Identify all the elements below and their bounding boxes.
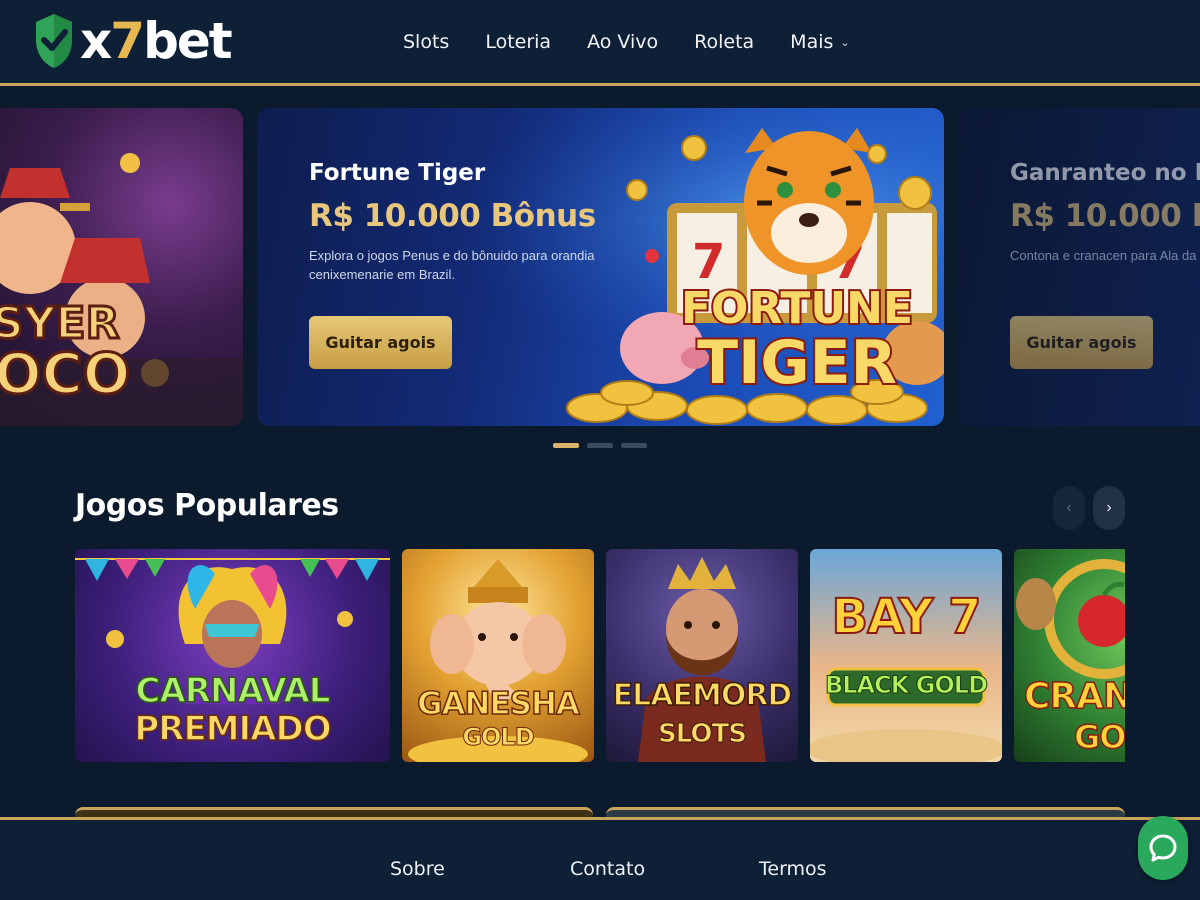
site-footer: Sobre Contato Termos (0, 817, 1200, 900)
carousel-dot[interactable] (553, 443, 579, 448)
hero-left-art-line2: OCO (0, 342, 130, 407)
carousel-dot[interactable] (621, 443, 647, 448)
hero-next-title: Ganranteo no Loteria (1010, 160, 1200, 186)
footer-link-termos[interactable]: Termos (759, 858, 827, 880)
game-card-carnaval-premiado[interactable]: CARNAVAL PREMIADO (75, 549, 390, 762)
game-title-line2: PREMIADO (134, 709, 333, 749)
nav-more-label: Mais (790, 31, 834, 53)
game-title-line1: CARNAVAL (135, 671, 331, 711)
game-title-line2: SLOTS (658, 719, 748, 749)
nav-item-slots[interactable]: Slots (403, 31, 449, 53)
art-title-tiger: TIGER (697, 328, 897, 398)
carousel-prev-button[interactable]: ‹ (1053, 486, 1085, 530)
game-title-line2: GOL (1073, 718, 1125, 756)
hero-left-artwork: SYER OCO (0, 153, 243, 426)
hero-text-block: Fortune Tiger R$ 10.000 Bônus Explora o … (309, 160, 629, 284)
popular-games-title: Jogos Populares (75, 488, 339, 523)
hero-next-description: Contona e cranacen para Ala da nova (1010, 248, 1200, 263)
nav-item-roleta[interactable]: Roleta (694, 31, 754, 53)
bay7-artwork (810, 667, 1002, 762)
hero-slide-active[interactable]: 7 7 FORTUNE TIGER Fortune Tiger R$ 10.00… (257, 108, 944, 426)
game-title-line1: CRANK (1023, 676, 1125, 717)
chat-bubble-icon (1149, 834, 1177, 862)
hero-description: Explora o jogos Penus e do bônuido para … (309, 248, 595, 282)
hero-next-text-block: Ganranteo no Loteria R$ 10.000 Bônus Con… (1010, 160, 1200, 265)
game-card-crank-gold[interactable]: CRANK GOL (1014, 549, 1125, 762)
game-card-bay7-black-gold[interactable]: BAY 7 BLACK GOLD (810, 549, 1002, 762)
game-card-ganesha-gold[interactable]: GANESHA GOLD (402, 549, 594, 762)
hero-cta-button[interactable]: Guitar agois (309, 316, 452, 369)
game-title-line1: ELAEMORD (612, 678, 793, 713)
game-title-line2: BLACK GOLD (824, 671, 988, 699)
hero-bonus: R$ 10.000 Bônus (309, 198, 596, 234)
nav-item-loteria[interactable]: Loteria (485, 31, 551, 53)
hero-slide-previous[interactable]: SYER OCO (0, 108, 243, 426)
hero-title: Fortune Tiger (309, 160, 486, 186)
hero-slide-next[interactable]: Ganranteo no Loteria R$ 10.000 Bônus Con… (958, 108, 1200, 426)
footer-link-sobre[interactable]: Sobre (390, 858, 445, 880)
chevron-down-icon: ⌄ (840, 35, 850, 49)
reel-symbol: 7 (692, 234, 725, 290)
carousel-indicators (553, 443, 655, 448)
footer-link-contato[interactable]: Contato (570, 858, 645, 880)
live-chat-button[interactable] (1138, 816, 1188, 880)
carousel-dot[interactable] (587, 443, 613, 448)
site-header: x7bet Slots Loteria Ao Vivo Roleta Mais ⌄ (0, 0, 1200, 86)
popular-games-row: CARNAVAL PREMIADO GANESHA GOLD ELAEMORD (75, 549, 1125, 762)
nav-item-mais[interactable]: Mais ⌄ (790, 31, 849, 53)
chevron-left-icon: ‹ (1066, 499, 1072, 516)
game-card-elaemord-slots[interactable]: ELAEMORD SLOTS (606, 549, 798, 762)
shield-check-icon (36, 14, 72, 68)
game-title-line1: GANESHA (416, 686, 580, 722)
logo-wordmark: x7bet (80, 12, 233, 70)
hero-next-cta-button[interactable]: Guitar agois (1010, 316, 1153, 369)
game-title-line1: BAY 7 (830, 589, 982, 645)
game-title-line2: GOLD (462, 723, 535, 751)
nav-item-ao-vivo[interactable]: Ao Vivo (587, 31, 658, 53)
art-title-fortune: FORTUNE (681, 283, 913, 334)
chevron-right-icon: › (1106, 499, 1112, 516)
carousel-next-button[interactable]: › (1093, 486, 1125, 530)
site-logo[interactable]: x7bet (34, 10, 233, 72)
main-nav: Slots Loteria Ao Vivo Roleta Mais ⌄ (385, 0, 868, 84)
hero-next-bonus: R$ 10.000 Bônus (1010, 198, 1200, 234)
